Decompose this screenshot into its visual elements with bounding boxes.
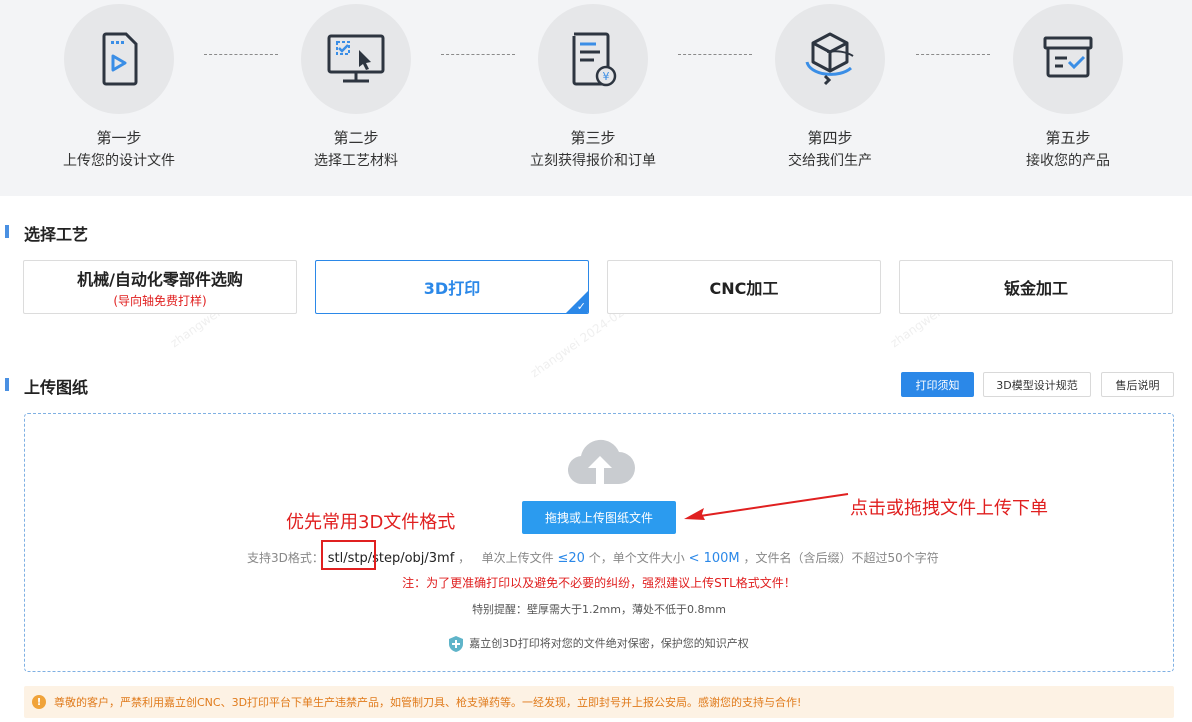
- step-desc: 接收您的产品: [1026, 153, 1110, 169]
- upload-files-button[interactable]: 拖拽或上传图纸文件: [522, 501, 676, 534]
- shield-icon: [449, 636, 464, 652]
- step-title: 第五步: [1045, 129, 1091, 147]
- process-card-sublabel: (导向轴免费打样): [113, 293, 207, 308]
- step-desc: 上传您的设计文件: [63, 153, 175, 169]
- upload-design-icon: [64, 4, 174, 114]
- format-label: 支持3D格式：: [247, 551, 324, 565]
- quote-order-icon: ¥: [538, 4, 648, 114]
- step-desc: 交给我们生产: [788, 153, 872, 169]
- step-title: 第三步: [570, 129, 616, 147]
- count-label: 单次上传文件: [481, 551, 554, 565]
- section-marker: [5, 225, 9, 238]
- step-title: 第二步: [333, 129, 379, 147]
- count-unit: 个，单个文件大小: [588, 551, 685, 565]
- process-card-sheet-metal[interactable]: 钣金加工: [899, 260, 1173, 314]
- tab-print-notes[interactable]: 打印须知: [901, 372, 974, 397]
- process-card-label: CNC加工: [709, 279, 779, 298]
- step-title: 第一步: [96, 129, 142, 147]
- receive-product-icon: [1013, 4, 1123, 114]
- tab-3d-model-spec[interactable]: 3D模型设计规范: [983, 372, 1091, 397]
- count-value: ≤20: [557, 551, 585, 566]
- warning-banner: ! 尊敬的客户，严禁利用嘉立创CNC、3D打印平台下单生产违禁产品，如管制刀具、…: [24, 686, 1174, 718]
- process-card-mechanical[interactable]: 机械/自动化零部件选购 (导向轴免费打样): [23, 260, 297, 314]
- svg-text:¥: ¥: [603, 70, 610, 83]
- section-marker: [5, 378, 9, 391]
- wall-thickness-note: 特别提醒：壁厚需大于1.2mm，薄处不低于0.8mm: [472, 603, 726, 616]
- step-1: 第一步 上传您的设计文件: [9, 0, 229, 171]
- format-separator: ，: [458, 551, 471, 565]
- process-card-3d-print[interactable]: 3D打印 ✓: [315, 260, 589, 314]
- step-title: 第四步: [807, 129, 853, 147]
- annotation-highlight-box: [321, 540, 376, 570]
- annotation-click-or-drag: 点击或拖拽文件上传下单: [850, 498, 1048, 519]
- warning-icon: !: [32, 695, 46, 709]
- confidentiality-note: 嘉立创3D打印将对您的文件绝对保密，保护您的知识产权: [25, 635, 1173, 652]
- step-desc: 立刻获得报价和订单: [530, 153, 656, 169]
- steps-banner: 第一步 上传您的设计文件 第二步 选择工艺材料 ¥ 第三步 立刻获得报价和订单 …: [0, 0, 1192, 196]
- tab-after-sales[interactable]: 售后说明: [1101, 372, 1174, 397]
- upload-section-title: 上传图纸: [24, 378, 89, 397]
- process-card-label: 3D打印: [423, 279, 481, 298]
- production-cube-icon: [775, 4, 885, 114]
- step-3: ¥ 第三步 立刻获得报价和订单: [483, 0, 703, 171]
- step-2: 第二步 选择工艺材料: [246, 0, 466, 171]
- process-section-title: 选择工艺: [24, 225, 89, 244]
- step-desc: 选择工艺材料: [314, 153, 398, 169]
- annotation-arrow-icon: [684, 493, 849, 520]
- process-card-label: 机械/自动化零部件选购: [77, 269, 243, 289]
- step-5: 第五步 接收您的产品: [958, 0, 1178, 171]
- cloud-upload-icon: [567, 439, 635, 485]
- warning-text: 尊敬的客户，严禁利用嘉立创CNC、3D打印平台下单生产违禁产品，如管制刀具、枪支…: [54, 696, 802, 709]
- confidentiality-text: 嘉立创3D打印将对您的文件绝对保密，保护您的知识产权: [469, 637, 749, 650]
- select-material-icon: [301, 4, 411, 114]
- process-card-label: 钣金加工: [1003, 279, 1068, 298]
- check-icon: ✓: [576, 300, 586, 313]
- size-tail: ，文件名（含后缀）不超过50个字符: [743, 551, 939, 565]
- stl-recommendation-note: 注：为了更准确打印以及避免不必要的纠纷，强烈建议上传STL格式文件！: [402, 576, 796, 590]
- process-card-cnc[interactable]: CNC加工: [607, 260, 881, 314]
- upload-dropzone[interactable]: 拖拽或上传图纸文件 支持3D格式： stl/stp/step/obj/3mf ，…: [24, 413, 1174, 672]
- size-value: < 100M: [688, 551, 740, 566]
- annotation-preferred-formats: 优先常用3D文件格式: [286, 512, 456, 533]
- step-4: 第四步 交给我们生产: [720, 0, 940, 171]
